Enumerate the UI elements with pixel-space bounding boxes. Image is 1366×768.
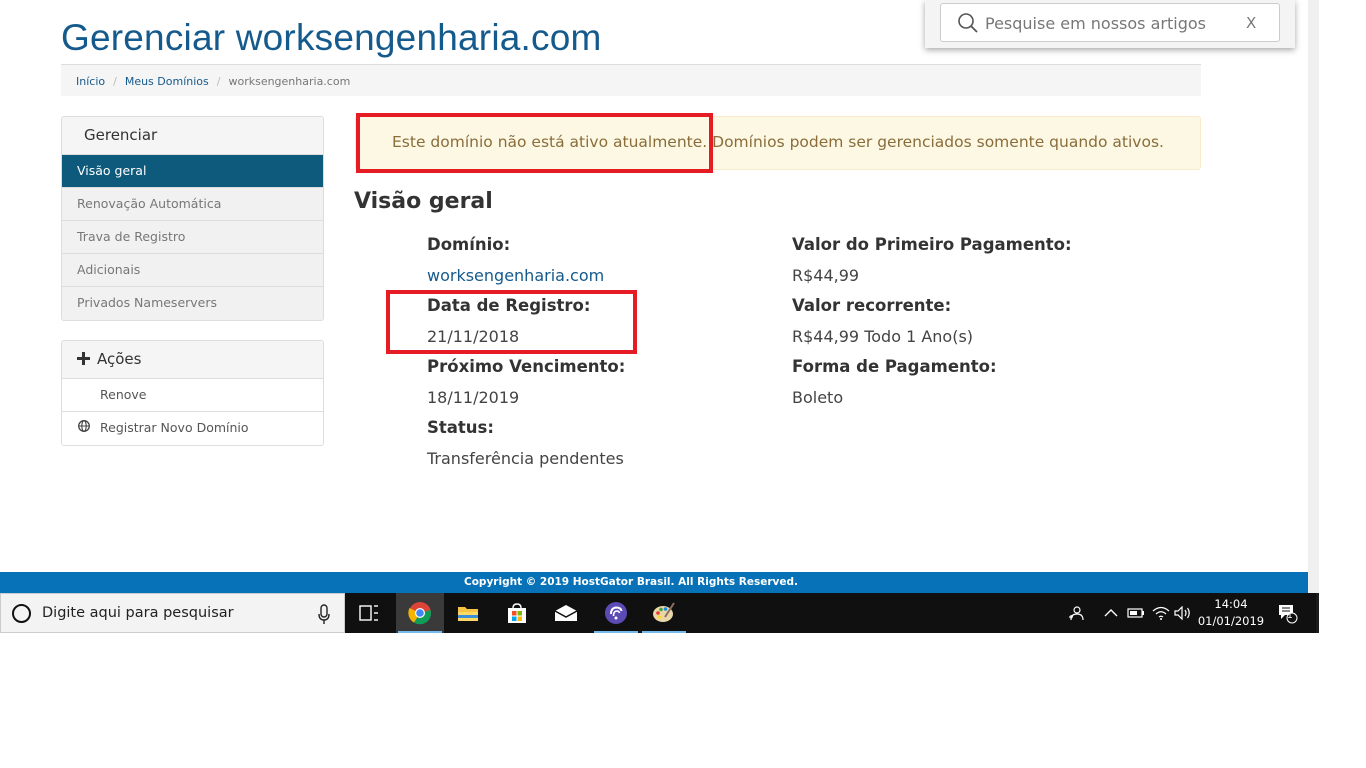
recurring-amount-label: Valor recorrente:: [792, 296, 952, 315]
actions-panel-title: Ações: [97, 350, 142, 368]
clock-time: 14:04: [1214, 597, 1248, 611]
breadcrumb-separator: /: [216, 75, 221, 88]
footer: Copyright © 2019 HostGator Brasil. All R…: [0, 572, 1308, 593]
overview-title: Visão geral: [354, 189, 493, 214]
scrollbar-track[interactable]: [1308, 0, 1319, 633]
plus-icon: [77, 351, 91, 369]
cortana-icon[interactable]: [12, 604, 31, 623]
taskbar-edge: [1316, 593, 1319, 633]
payment-method-value: Boleto: [792, 388, 844, 407]
copyright-text: Copyright © 2019 HostGator Brasil. All R…: [464, 576, 798, 588]
file-explorer-icon[interactable]: [444, 593, 492, 633]
chevron-up-icon[interactable]: [1102, 593, 1120, 633]
search-icon: [957, 12, 978, 34]
action-register-new-domain-label: Registrar Novo Domínio: [100, 420, 249, 435]
web-page: Gerenciar worksengenharia.com Início / Meu…: [0, 0, 1308, 593]
action-register-new-domain[interactable]: Registrar Novo Domínio: [62, 412, 323, 445]
breadcrumb: Início / Meus Domínios / worksengenharia.com: [61, 64, 1201, 96]
action-renew[interactable]: Renove: [62, 379, 323, 412]
store-icon[interactable]: [493, 593, 541, 633]
taskbar: Digite aqui para pesquisar 14:04 01/01/2…: [0, 593, 1316, 633]
mail-icon[interactable]: [542, 593, 590, 633]
page-title: Gerenciar worksengenharia.com: [61, 17, 602, 58]
breadcrumb-my-domains-link[interactable]: Meus Domínios: [125, 75, 209, 88]
sidebar-item-private-nameservers[interactable]: Privados Nameservers: [62, 287, 323, 320]
actions-panel: Ações Renove Registrar Novo Domínio: [61, 340, 324, 446]
first-payment-value: R$44,99: [792, 266, 860, 285]
actions-panel-header: Ações: [62, 341, 323, 379]
sidebar-item-overview[interactable]: Visão geral: [62, 155, 323, 188]
taskbar-search-placeholder: Digite aqui para pesquisar: [42, 605, 234, 621]
breadcrumb-separator: /: [113, 75, 117, 88]
manage-panel: Gerenciar Visão geral Renovação Automáti…: [61, 116, 324, 321]
domain-link[interactable]: worksengenharia.com: [427, 266, 604, 285]
people-icon[interactable]: [1064, 593, 1088, 633]
registration-date-highlight-box: [386, 290, 637, 354]
alert-highlight-box: [356, 113, 713, 173]
article-search-input[interactable]: Pesquise em nossos artigos X: [940, 3, 1280, 42]
paint-icon[interactable]: [640, 593, 688, 633]
microphone-icon[interactable]: [317, 604, 331, 626]
recurring-amount-value: R$44,99 Todo 1 Ano(s): [792, 327, 974, 346]
status-label: Status:: [427, 418, 494, 437]
breadcrumb-home-link[interactable]: Início: [76, 75, 105, 88]
taskbar-search-box[interactable]: Digite aqui para pesquisar: [0, 593, 345, 633]
manage-panel-title: Gerenciar: [62, 117, 323, 155]
task-view-icon[interactable]: [345, 593, 393, 633]
payment-method-label: Forma de Pagamento:: [792, 357, 997, 376]
action-renew-label: Renove: [100, 387, 147, 402]
breadcrumb-current: worksengenharia.com: [228, 75, 351, 88]
screen: Gerenciar worksengenharia.com Início / Meu…: [0, 0, 1366, 768]
article-search-popup: Pesquise em nossos artigos X: [925, 0, 1295, 48]
bittorrent-icon[interactable]: [592, 593, 640, 633]
wifi-icon[interactable]: [1151, 593, 1171, 633]
sidebar-item-registrar-lock[interactable]: Trava de Registro: [62, 221, 323, 254]
sidebar-item-addons[interactable]: Adicionais: [62, 254, 323, 287]
volume-icon[interactable]: [1173, 593, 1193, 633]
battery-icon[interactable]: [1126, 593, 1146, 633]
first-payment-label: Valor do Primeiro Pagamento:: [792, 235, 1072, 254]
close-search-button[interactable]: X: [1246, 14, 1256, 32]
next-due-date-label: Próximo Vencimento:: [427, 357, 626, 376]
chrome-icon[interactable]: [396, 593, 444, 633]
clock-date: 01/01/2019: [1197, 614, 1265, 628]
status-value: Transferência pendentes: [427, 449, 624, 468]
sidebar-item-auto-renew[interactable]: Renovação Automática: [62, 188, 323, 221]
system-clock[interactable]: 14:04 01/01/2019: [1196, 596, 1266, 630]
domain-label: Domínio:: [427, 235, 511, 254]
notification-count: 1: [1287, 611, 1293, 621]
next-due-date-value: 18/11/2019: [427, 388, 520, 407]
action-center-icon[interactable]: 1: [1273, 593, 1301, 633]
article-search-placeholder: Pesquise em nossos artigos: [985, 14, 1206, 33]
globe-icon: [77, 420, 91, 435]
